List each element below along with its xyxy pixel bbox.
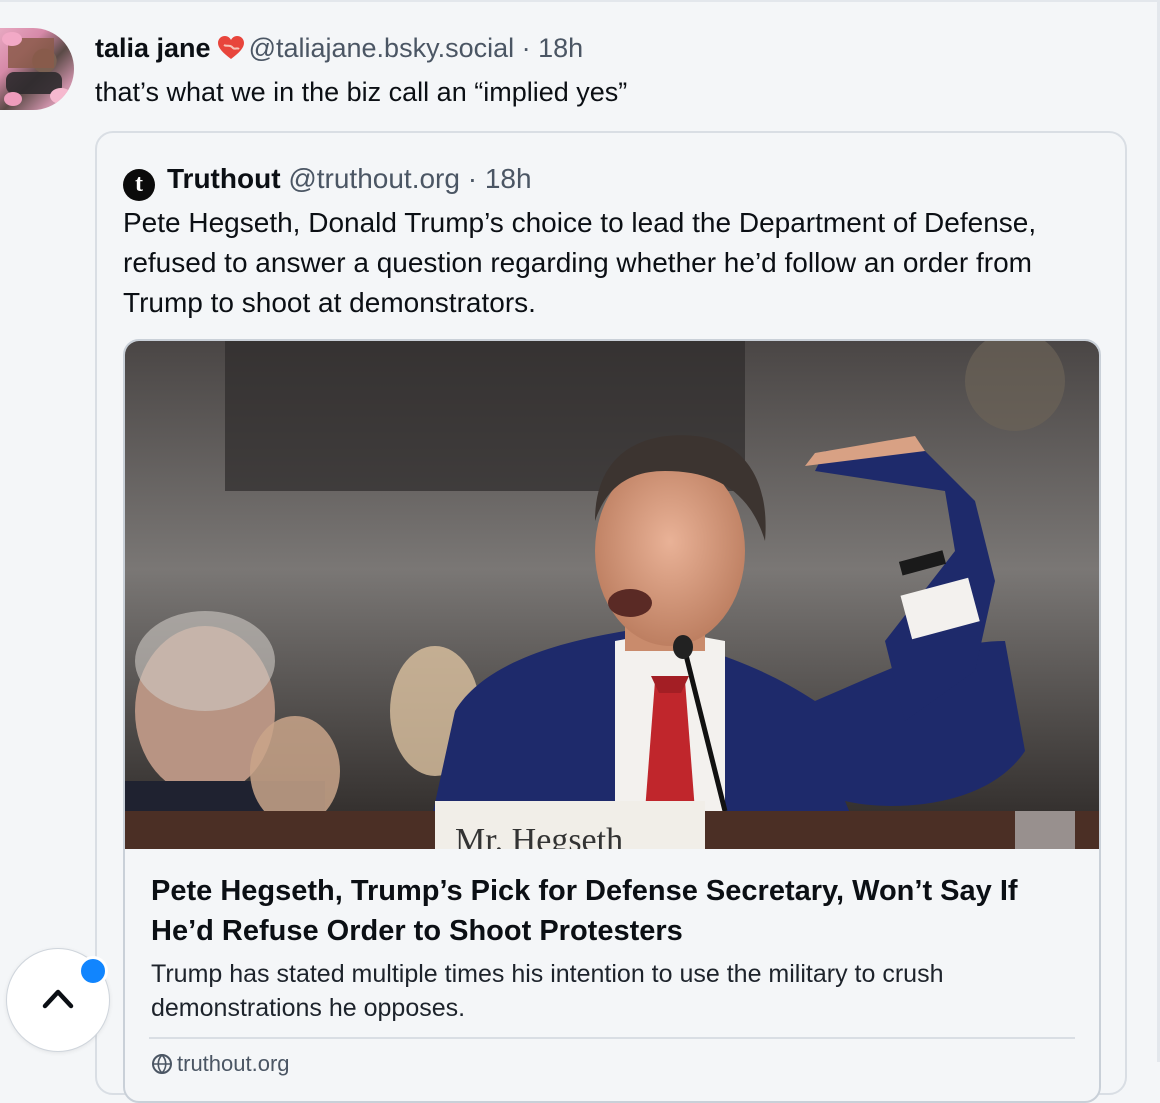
author-display-name[interactable]: talia jane xyxy=(95,33,211,63)
post-time[interactable]: 18h xyxy=(538,33,583,63)
quote-time[interactable]: 18h xyxy=(485,163,532,194)
quote-handle[interactable]: @truthout.org xyxy=(288,163,460,194)
heart-icon xyxy=(217,34,245,60)
globe-icon xyxy=(151,1053,173,1075)
chevron-up-icon xyxy=(42,989,74,1009)
author-handle[interactable]: @taliajane.bsky.social xyxy=(249,33,515,63)
link-description: Trump has stated multiple times his inte… xyxy=(151,960,944,1022)
separator: · xyxy=(467,163,478,194)
post-text: that’s what we in the biz call an “impli… xyxy=(95,77,628,107)
author-avatar[interactable] xyxy=(0,28,74,110)
link-domain-text: truthout.org xyxy=(177,1051,290,1076)
link-title[interactable]: Pete Hegseth, Trump’s Pick for Defense S… xyxy=(151,871,1081,951)
placard-text: Mr. Hegseth xyxy=(455,822,623,849)
quote-header: t Truthout @truthout.org · 18h xyxy=(123,161,532,201)
separator: · xyxy=(521,33,531,63)
top-border xyxy=(0,0,1160,2)
quote-text: Pete Hegseth, Donald Trump’s choice to l… xyxy=(123,207,1037,318)
link-domain[interactable]: truthout.org xyxy=(151,1051,290,1077)
quote-author-avatar[interactable]: t xyxy=(123,169,155,201)
link-divider xyxy=(149,1037,1075,1039)
new-posts-indicator xyxy=(78,956,108,986)
link-preview-image: Mr. Hegseth xyxy=(125,341,1099,849)
post-header: talia jane @taliajane.bsky.social · 18h xyxy=(95,30,583,66)
quote-post-card[interactable]: t Truthout @truthout.org · 18h Pete Hegse… xyxy=(95,131,1127,1103)
quote-display-name[interactable]: Truthout xyxy=(167,163,281,194)
link-preview-card[interactable]: Mr. Hegseth Pete Hegseth, Trump’s Pick f… xyxy=(123,339,1101,1103)
